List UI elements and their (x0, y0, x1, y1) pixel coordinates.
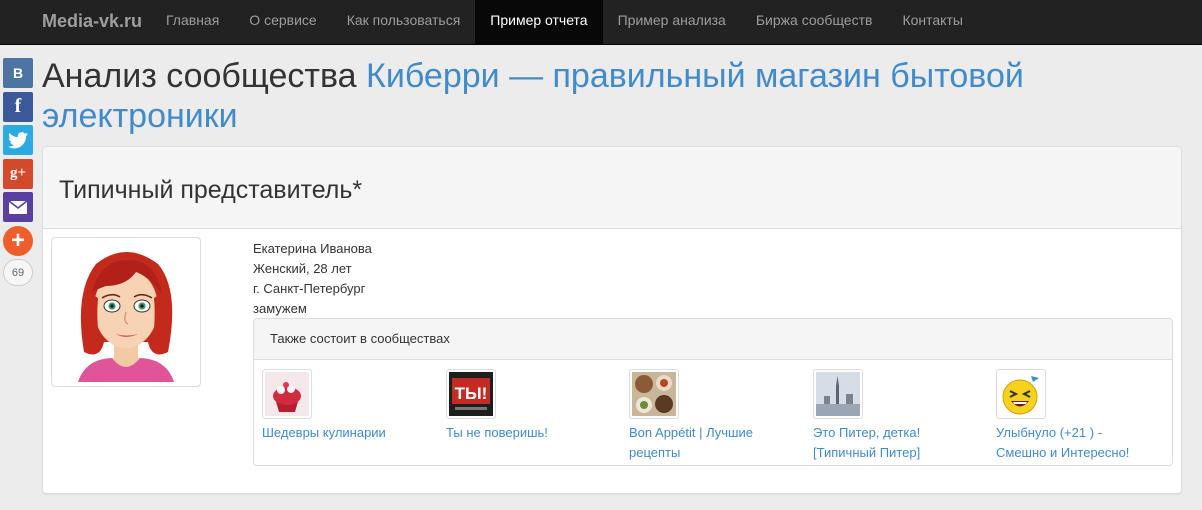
avatar (51, 237, 201, 387)
member-name: Екатерина Иванова (253, 241, 372, 256)
mail-share-button[interactable] (3, 192, 33, 222)
google-plus-icon: g+ (9, 165, 27, 181)
nav-link-contacts[interactable]: Контакты (887, 0, 977, 45)
communities-list: Шедевры кулинарии ТЫ! Ты не поверишь! Bo… (262, 369, 1172, 460)
community-item: ТЫ! Ты не поверишь! (446, 369, 616, 443)
community-name-line-1: Улыбнуло (+21 ) - (996, 425, 1102, 440)
top-navbar: Media-vk.ru Главная О сервисе Как пользо… (0, 0, 1202, 45)
community-link[interactable]: Улыбнуло (+21 ) - Смешно и Интересно! (996, 423, 1166, 463)
community-name-line-1: Bon Appétit | Лучшие (629, 425, 753, 440)
social-share-bar: В f g+ + 69 (3, 58, 34, 286)
community-thumbnail[interactable] (996, 369, 1046, 419)
avatar-cartoon-woman-image (56, 242, 196, 382)
cupcake-image (265, 372, 309, 416)
share-count-badge: 69 (3, 259, 33, 286)
google-plus-share-button[interactable]: g+ (3, 158, 33, 189)
community-link[interactable]: Bon Appétit | Лучшие рецепты (629, 423, 799, 463)
twitter-share-button[interactable] (3, 125, 33, 155)
typical-member-panel: Типичный представитель* Екатерина Иванов… (42, 146, 1182, 494)
twitter-bird-icon (8, 131, 28, 148)
nav-item-sample-report: Пример отчета (475, 0, 603, 45)
vk-icon: В (12, 65, 24, 81)
ty-logo-image: ТЫ! (449, 372, 493, 416)
nav-item-about: О сервисе (234, 0, 331, 45)
panel-heading: Типичный представитель* (43, 147, 1181, 229)
plus-icon: + (10, 226, 25, 254)
nav-item-how-to: Как пользоваться (332, 0, 476, 45)
member-marital-status: замужем (253, 301, 307, 316)
nav-item-contacts: Контакты (887, 0, 977, 45)
panel-title: Типичный представитель* (59, 176, 363, 204)
ty-logo-text: ТЫ! (455, 384, 488, 403)
community-item: Bon Appétit | Лучшие рецепты (629, 369, 799, 463)
food-collage-image (632, 372, 676, 416)
community-item: Шедевры кулинарии (262, 369, 432, 443)
nav-link-exchange[interactable]: Биржа сообществ (741, 0, 888, 45)
communities-heading: Также состоит в сообществах (254, 319, 1172, 360)
laughing-smiley-image (999, 372, 1043, 416)
nav-item-exchange: Биржа сообществ (741, 0, 888, 45)
facebook-share-button[interactable]: f (3, 91, 33, 122)
nav-link-how-to[interactable]: Как пользоваться (332, 0, 476, 45)
community-thumbnail[interactable]: ТЫ! (446, 369, 496, 419)
brand-logo[interactable]: Media-vk.ru (42, 0, 142, 45)
community-name-line-2: Смешно и Интересно! (996, 445, 1130, 460)
vk-share-button[interactable]: В (3, 58, 33, 88)
community-thumbnail[interactable] (629, 369, 679, 419)
more-share-button[interactable]: + (3, 225, 33, 256)
city-skyline-image (816, 372, 860, 416)
community-link[interactable]: Это Питер, детка! [Типичный Питер] (813, 423, 983, 463)
community-item: Улыбнуло (+21 ) - Смешно и Интересно! (996, 369, 1166, 463)
member-gender-age: Женский, 28 лет (253, 261, 352, 276)
nav-item-sample-analysis: Пример анализа (603, 0, 741, 45)
community-name-line-1: Ты не поверишь! (446, 425, 548, 440)
community-thumbnail[interactable] (262, 369, 312, 419)
community-name-line-2: [Типичный Питер] (813, 445, 921, 460)
community-name-line-1: Шедевры кулинарии (262, 425, 386, 440)
page-title-prefix: Анализ сообщества (42, 57, 367, 95)
nav-item-home: Главная (151, 0, 234, 45)
main-nav: Главная О сервисе Как пользоваться Приме… (151, 0, 978, 45)
community-thumbnail[interactable] (813, 369, 863, 419)
nav-link-sample-report[interactable]: Пример отчета (475, 0, 603, 45)
community-name-line-2: рецепты (629, 445, 681, 460)
nav-link-home[interactable]: Главная (151, 0, 234, 45)
member-info: Екатерина Иванова Женский, 28 лет г. Сан… (253, 239, 372, 319)
facebook-icon: f (14, 95, 22, 117)
nav-link-sample-analysis[interactable]: Пример анализа (603, 0, 741, 45)
nav-link-about[interactable]: О сервисе (234, 0, 331, 45)
community-link[interactable]: Шедевры кулинарии (262, 423, 432, 443)
page-title: Анализ сообщества Киберри — правильный м… (42, 56, 1162, 136)
community-link[interactable]: Ты не поверишь! (446, 423, 616, 443)
community-name-line-1: Это Питер, детка! (813, 425, 921, 440)
member-city: г. Санкт-Петербург (253, 281, 366, 296)
mail-envelope-icon (9, 200, 27, 214)
communities-panel: Также состоит в сообществах Шедевры кули… (253, 318, 1173, 466)
community-item: Это Питер, детка! [Типичный Питер] (813, 369, 983, 463)
